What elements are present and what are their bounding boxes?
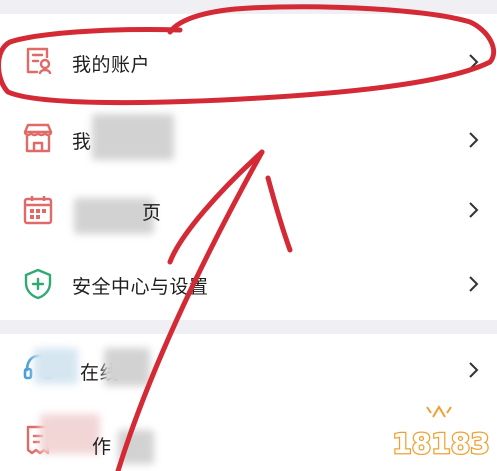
menu-item-label: 安全中心与设置 (72, 276, 209, 298)
watermark-text: 18183 (392, 427, 489, 460)
section-gap (0, 320, 497, 334)
menu-item-calendar[interactable]: 页 (0, 174, 497, 244)
calendar-icon (20, 192, 56, 228)
chevron-right-icon (467, 274, 481, 294)
redacted-text (40, 414, 100, 454)
menu-item-my-account[interactable]: 我的账户 (0, 20, 497, 100)
menu-item-online-service[interactable]: 在线 (0, 334, 497, 404)
account-document-icon (20, 42, 56, 78)
menu-item-label: 作 (92, 436, 112, 458)
chevron-right-icon (467, 130, 481, 150)
shield-plus-icon (20, 266, 56, 302)
redacted-text (34, 348, 78, 384)
menu-item-security-settings[interactable]: 安全中心与设置 (0, 244, 497, 320)
chevron-right-icon (467, 52, 481, 72)
chevron-right-icon (467, 200, 481, 220)
menu-item-store[interactable]: 我 (0, 100, 497, 180)
menu-item-label: 我 (72, 131, 92, 153)
watermark-logo: 18183 (391, 405, 491, 461)
redacted-text (104, 348, 150, 386)
chevron-right-icon (467, 360, 481, 380)
redacted-text (118, 430, 154, 464)
store-icon (20, 120, 56, 156)
menu-item-label: 页 (142, 202, 162, 224)
section-gap-top (0, 0, 497, 14)
redacted-text (92, 114, 174, 160)
menu-item-label: 我的账户 (72, 54, 151, 76)
